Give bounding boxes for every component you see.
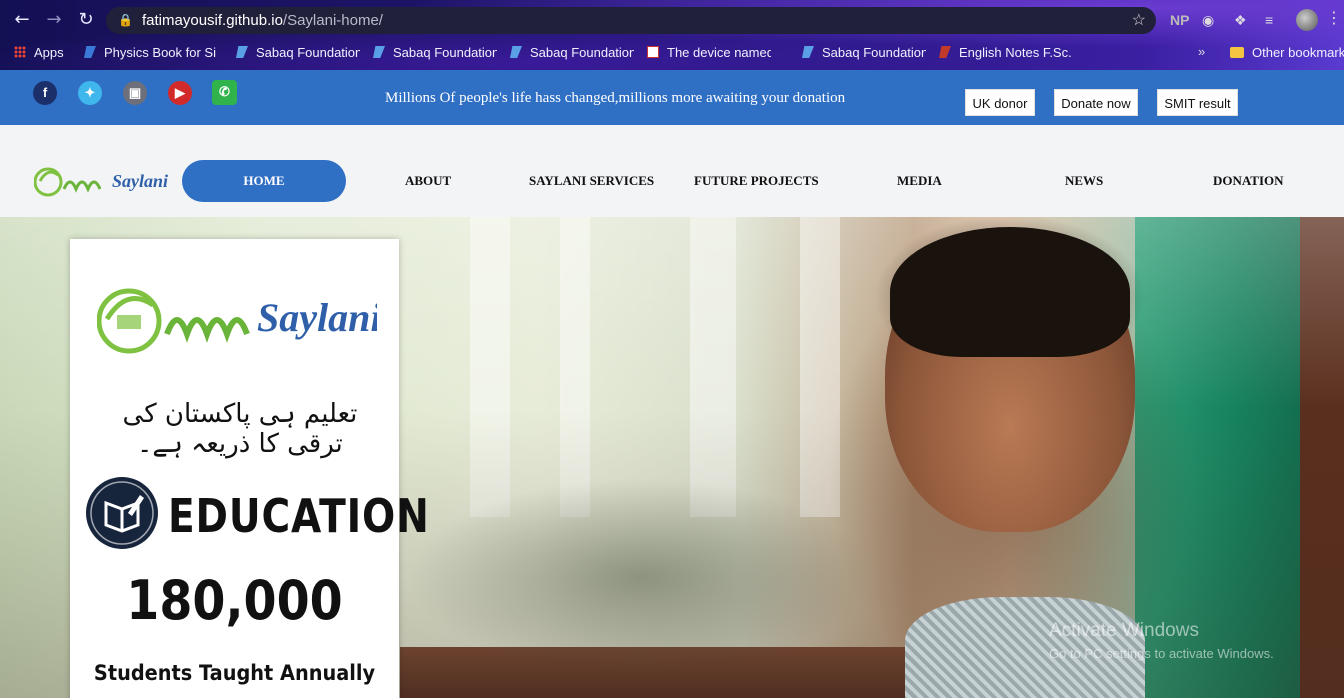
other-bookmarks-label: Other bookmarks [1252, 45, 1344, 60]
bookmark-item[interactable]: Sabaq Foundation [236, 44, 360, 62]
students-count: 180,000 [126, 569, 343, 632]
bookmark-label: Sabaq Foundation [393, 45, 497, 60]
nav-home[interactable]: HOME [182, 160, 346, 202]
nav-about[interactable]: ABOUT [405, 173, 451, 189]
youtube-icon[interactable]: ▶ [168, 81, 192, 105]
donate-now-button[interactable]: Donate now [1054, 89, 1138, 116]
bookmark-favicon-icon [84, 46, 96, 58]
bookmark-item[interactable]: The device named... [647, 44, 771, 62]
main-navigation: Saylani HOME ABOUT SAYLANI SERVICES FUTU… [0, 125, 1344, 217]
logo-brand-text: Saylani [112, 171, 168, 191]
url-host: fatimayousif.github.io [142, 12, 283, 29]
reload-icon[interactable]: ↻ [74, 8, 98, 32]
url-text[interactable]: fatimayousif.github.io/Saylani-home/ [142, 7, 383, 34]
bookmark-label: Apps [34, 45, 64, 60]
bookmark-favicon-icon [939, 46, 951, 58]
more-bookmarks-chevron[interactable]: » [1198, 44, 1205, 59]
education-card: Saylani تعلیم ہی پاکستان کی ترقی کا ذریع… [70, 239, 429, 698]
students-count-label: Students Taught Annually [93, 661, 376, 685]
saylani-logo[interactable]: Saylani [34, 161, 174, 203]
donation-tagline: Millions Of people's life hass changed,m… [385, 90, 846, 106]
nav-saylani-services[interactable]: SAYLANI SERVICES [529, 173, 654, 189]
bookmark-item[interactable]: English Notes F.Sc... [939, 44, 1071, 62]
card-brand-text: Saylani [257, 295, 377, 340]
bookmark-item[interactable]: Physics Book for Si... [84, 44, 216, 62]
profile-extension-badge[interactable]: NP [1170, 9, 1189, 31]
url-path: /Saylani-home/ [282, 12, 383, 29]
nav-news[interactable]: NEWS [1065, 173, 1103, 189]
apps-grid-icon [14, 46, 26, 58]
urdu-slogan: تعلیم ہی پاکستان کی ترقی کا ذریعہ ہے۔ [122, 399, 358, 459]
bookmark-star-icon[interactable]: ☆ [1132, 7, 1146, 34]
windows-activation-watermark: Activate Windows Go to PC settings to ac… [1049, 620, 1274, 661]
sabaq-favicon-icon [802, 46, 814, 58]
facebook-icon[interactable]: f [33, 81, 57, 105]
camera-icon[interactable]: ◉ [1202, 9, 1214, 31]
nav-media[interactable]: MEDIA [897, 173, 942, 189]
other-bookmarks[interactable]: Other bookmarks [1230, 44, 1344, 62]
book-pencil-icon [86, 477, 158, 549]
folder-icon [1230, 47, 1244, 58]
saylani-card-logo: Saylani [97, 288, 377, 354]
bookmark-item[interactable]: Sabaq Foundation [510, 44, 634, 62]
bookmark-label: Physics Book for Si... [104, 45, 216, 60]
student-hair [890, 227, 1130, 357]
phone-icon[interactable]: ✆ [212, 80, 237, 105]
twitter-icon[interactable]: ✦ [78, 81, 102, 105]
lock-icon: 🔒 [118, 13, 133, 27]
bookmark-label: Sabaq Foundation [256, 45, 360, 60]
menu-kebab-icon[interactable]: ⋮ [1326, 8, 1342, 27]
smit-result-button[interactable]: SMIT result [1157, 89, 1238, 116]
watermark-title: Activate Windows [1049, 620, 1199, 641]
bookmark-label: The device named... [667, 45, 771, 60]
address-bar[interactable]: 🔒 fatimayousif.github.io/Saylani-home/ ☆ [106, 7, 1156, 34]
bookmark-label: English Notes F.Sc... [959, 45, 1071, 60]
bookmark-apps[interactable]: Apps [14, 44, 64, 62]
avatar[interactable] [1296, 9, 1318, 31]
media-queue-icon[interactable]: ≡ [1265, 9, 1273, 31]
nav-donation[interactable]: DONATION [1213, 173, 1284, 189]
sabaq-favicon-icon [373, 46, 385, 58]
browser-chrome: ← → ↻ 🔒 fatimayousif.github.io/Saylani-h… [0, 0, 1344, 70]
bookmark-label: Sabaq Foundation [530, 45, 634, 60]
sabaq-favicon-icon [510, 46, 522, 58]
bookmark-label: Sabaq Foundation [822, 45, 926, 60]
bookmark-item[interactable]: Sabaq Foundation [802, 44, 926, 62]
watermark-subtitle: Go to PC settings to activate Windows. [1049, 646, 1274, 661]
uk-donor-button[interactable]: UK donor [965, 89, 1035, 116]
bookmarks-bar: Apps Physics Book for Si... Sabaq Founda… [0, 40, 1344, 66]
education-title: EDUCATION [168, 489, 430, 543]
sabaq-favicon-icon [236, 46, 248, 58]
bookmark-item[interactable]: Sabaq Foundation [373, 44, 497, 62]
back-arrow-icon[interactable]: ← [10, 8, 34, 32]
page-favicon-icon [647, 46, 659, 58]
forward-arrow-icon[interactable]: → [42, 8, 66, 32]
top-info-bar: f ✦ ▣ ▶ ✆ Millions Of people's life hass… [0, 70, 1344, 125]
extensions-puzzle-icon[interactable]: ❖ [1234, 9, 1247, 31]
nav-future-projects[interactable]: FUTURE PROJECTS [694, 173, 819, 189]
instagram-icon[interactable]: ▣ [123, 81, 147, 105]
